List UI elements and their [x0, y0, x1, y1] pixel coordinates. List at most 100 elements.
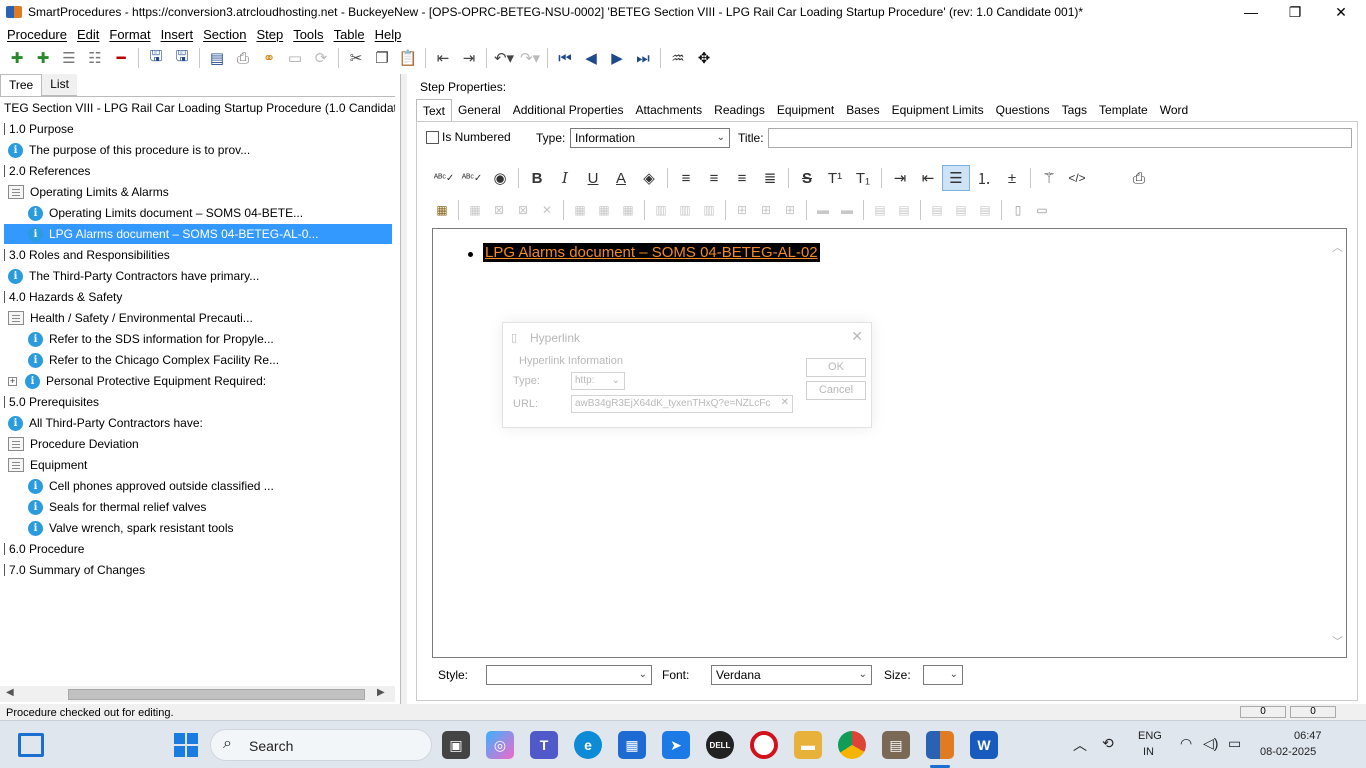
- spellcheck-icon[interactable]: ᴬᴮᶜ✓: [430, 165, 458, 191]
- tree-item[interactable]: Procedure Deviation: [8, 434, 139, 454]
- table-op-icon[interactable]: ▦: [568, 199, 592, 221]
- table-op-icon[interactable]: ▥: [649, 199, 673, 221]
- clock-date[interactable]: 08-02-2025: [1260, 746, 1316, 758]
- tab-additional-properties[interactable]: Additional Properties: [507, 99, 630, 121]
- spell-icon[interactable]: ♒: [665, 46, 691, 70]
- decrease-indent-icon[interactable]: ⇤: [914, 165, 942, 191]
- battery-icon[interactable]: ▭: [1228, 735, 1241, 752]
- paste-icon[interactable]: 📋: [395, 46, 421, 70]
- table-op-icon[interactable]: ▦: [592, 199, 616, 221]
- underline-icon[interactable]: U: [579, 165, 607, 191]
- save-icon[interactable]: 🖫: [169, 46, 195, 70]
- tree-item[interactable]: Operating Limits & Alarms: [8, 182, 169, 202]
- size-select[interactable]: ⌄: [923, 665, 963, 685]
- add-icon[interactable]: ✚: [4, 46, 30, 70]
- scroll-left-icon[interactable]: ◀: [6, 687, 14, 698]
- tree-item[interactable]: i The purpose of this procedure is to pro…: [8, 140, 250, 160]
- refresh-icon[interactable]: ⟳: [308, 46, 334, 70]
- copilot-icon[interactable]: ◎: [486, 731, 514, 759]
- table-op-icon[interactable]: ▥: [673, 199, 697, 221]
- align-right-icon[interactable]: ≡: [728, 165, 756, 191]
- tree-root[interactable]: TEG Section VIII - LPG Rail Car Loading …: [4, 98, 395, 118]
- panel-splitter[interactable]: [400, 74, 407, 704]
- tab-word[interactable]: Word: [1154, 99, 1194, 121]
- smartprocedures-taskbar-icon[interactable]: [926, 731, 954, 759]
- redo-icon[interactable]: ↷▾: [517, 46, 543, 70]
- menu-table[interactable]: Table: [334, 27, 365, 42]
- tab-tree[interactable]: Tree: [0, 74, 43, 96]
- last-icon[interactable]: ⏭: [630, 46, 656, 70]
- table-op-icon[interactable]: ▤: [973, 199, 997, 221]
- ok-button[interactable]: OK: [806, 358, 866, 377]
- section-icon[interactable]: ☰: [56, 46, 82, 70]
- italic-icon[interactable]: I: [551, 165, 579, 191]
- print-icon[interactable]: ⎙: [230, 46, 256, 70]
- selected-hyperlink-text[interactable]: LPG Alarms document – SOMS 04-BETEG-AL-0…: [483, 243, 820, 262]
- tree-item[interactable]: i All Third-Party Contractors have:: [8, 413, 203, 433]
- remove-icon[interactable]: ━: [108, 46, 134, 70]
- clock-time[interactable]: 06:47: [1294, 730, 1322, 742]
- table-op-icon[interactable]: ▦: [463, 199, 487, 221]
- previous-icon[interactable]: ◀: [578, 46, 604, 70]
- undo-icon[interactable]: ↶▾: [491, 46, 517, 70]
- table-op-icon[interactable]: ▭: [1030, 199, 1054, 221]
- table-op-icon[interactable]: ▤: [892, 199, 916, 221]
- superscript-icon[interactable]: T¹: [821, 165, 849, 191]
- tree-item[interactable]: + i Personal Protective Equipment Required…: [8, 371, 266, 391]
- menu-edit[interactable]: Edit: [77, 27, 99, 42]
- dialog-close-icon[interactable]: ✕: [851, 328, 863, 345]
- tab-general[interactable]: General: [452, 99, 507, 121]
- horizontal-scrollbar[interactable]: ◀ ▶: [0, 686, 395, 702]
- move-icon[interactable]: ✥: [691, 46, 717, 70]
- type-select[interactable]: Information ⌄: [570, 128, 730, 148]
- table-op-icon[interactable]: ▤: [949, 199, 973, 221]
- strikethrough-icon[interactable]: S: [793, 165, 821, 191]
- title-input[interactable]: [768, 128, 1352, 148]
- tab-tags[interactable]: Tags: [1056, 99, 1093, 121]
- sub-section-icon[interactable]: ☷: [82, 46, 108, 70]
- tab-template[interactable]: Template: [1093, 99, 1154, 121]
- hyperlink-type-select[interactable]: http: ⌄: [571, 372, 625, 390]
- start-icon[interactable]: [174, 733, 198, 757]
- menu-help[interactable]: Help: [375, 27, 402, 42]
- menu-tools[interactable]: Tools: [293, 27, 323, 42]
- menu-section[interactable]: Section: [203, 27, 246, 42]
- tree-item[interactable]: 3.0 Roles and Responsibilities: [4, 245, 170, 265]
- tree-item[interactable]: 2.0 References: [4, 161, 90, 181]
- tab-questions[interactable]: Questions: [990, 99, 1056, 121]
- tab-bases[interactable]: Bases: [840, 99, 885, 121]
- table-op-icon[interactable]: ▯: [1006, 199, 1030, 221]
- indent-icon[interactable]: ⇥: [456, 46, 482, 70]
- table-op-icon[interactable]: ▥: [697, 199, 721, 221]
- tree-item[interactable]: 6.0 Procedure: [4, 539, 84, 559]
- language-label[interactable]: ENG: [1138, 730, 1162, 742]
- tab-equipment-limits[interactable]: Equipment Limits: [886, 99, 990, 121]
- app-icon[interactable]: ➤: [662, 731, 690, 759]
- next-icon[interactable]: ▶: [604, 46, 630, 70]
- tree-item[interactable]: i Refer to the Chicago Complex Facility R…: [28, 350, 279, 370]
- tab-readings[interactable]: Readings: [708, 99, 771, 121]
- add-step-icon[interactable]: ✚: [30, 46, 56, 70]
- spellcheck-auto-icon[interactable]: ᴬᴮᶜ✓: [458, 165, 486, 191]
- font-select[interactable]: Verdana ⌄: [711, 665, 872, 685]
- tree-item[interactable]: i Cell phones approved outside classified…: [28, 476, 274, 496]
- link-icon[interactable]: ⚭: [256, 46, 282, 70]
- word-icon[interactable]: W: [970, 731, 998, 759]
- table-op-icon[interactable]: ✕: [535, 199, 559, 221]
- is-numbered-checkbox[interactable]: [426, 131, 439, 144]
- tree-item[interactable]: i Refer to the SDS information for Propyl…: [28, 329, 274, 349]
- table-op-icon[interactable]: ⊠: [511, 199, 535, 221]
- chrome-icon[interactable]: [838, 731, 866, 759]
- increase-indent-icon[interactable]: ⇥: [886, 165, 914, 191]
- table-op-icon[interactable]: ▬: [835, 199, 859, 221]
- tree-item[interactable]: Equipment: [8, 455, 87, 475]
- close-button[interactable]: ✕: [1318, 0, 1364, 24]
- tree-item[interactable]: i Operating Limits document – SOMS 04-BET…: [28, 203, 303, 223]
- store-icon[interactable]: ▦: [618, 731, 646, 759]
- bullet-list-icon[interactable]: ☰: [942, 165, 970, 191]
- chevron-up-icon[interactable]: ︿: [1073, 735, 1087, 755]
- font-color-icon[interactable]: A: [607, 165, 635, 191]
- tree-item[interactable]: Health / Safety / Environmental Precauti…: [8, 308, 253, 328]
- minimize-button[interactable]: —: [1228, 0, 1274, 24]
- insert-table-icon[interactable]: ▦: [430, 199, 454, 221]
